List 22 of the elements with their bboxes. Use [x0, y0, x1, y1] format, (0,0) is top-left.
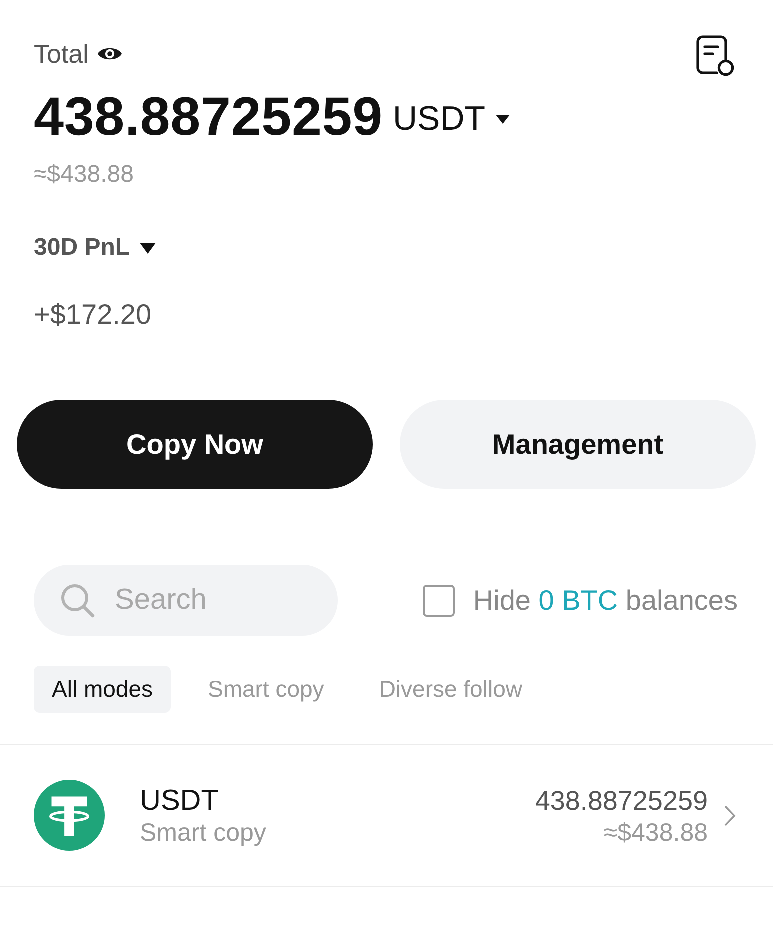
balance-amount: 438.88725259	[34, 87, 383, 147]
caret-icon	[140, 242, 156, 254]
hide-balances-label: Hide 0 BTC balances	[473, 584, 738, 616]
pnl-period-selector[interactable]: 30D PnL	[34, 233, 156, 263]
checkbox[interactable]	[423, 584, 456, 616]
management-button[interactable]: Management	[400, 400, 756, 489]
mode-tab[interactable]: All modes	[34, 666, 171, 713]
caret-icon	[496, 114, 510, 124]
asset-mode: Smart copy	[140, 818, 266, 848]
asset-symbol: USDT	[140, 784, 219, 818]
currency-selector[interactable]: USDT	[392, 99, 510, 139]
total-label: Total	[34, 38, 89, 70]
search-icon	[60, 583, 96, 619]
copy-button[interactable]: Copy Now	[17, 400, 373, 489]
coin-icon	[34, 780, 105, 851]
pnl-value: +$172.20	[34, 298, 152, 332]
asset-fiat-estimate: ≈$438.88	[604, 818, 708, 848]
fiat-estimate: ≈$438.88	[34, 160, 134, 190]
asset-amount: 438.88725259	[535, 784, 708, 818]
chevron-right-icon[interactable]	[724, 804, 736, 826]
document-icon[interactable]	[695, 35, 735, 77]
search-field[interactable]: Search	[34, 565, 338, 636]
